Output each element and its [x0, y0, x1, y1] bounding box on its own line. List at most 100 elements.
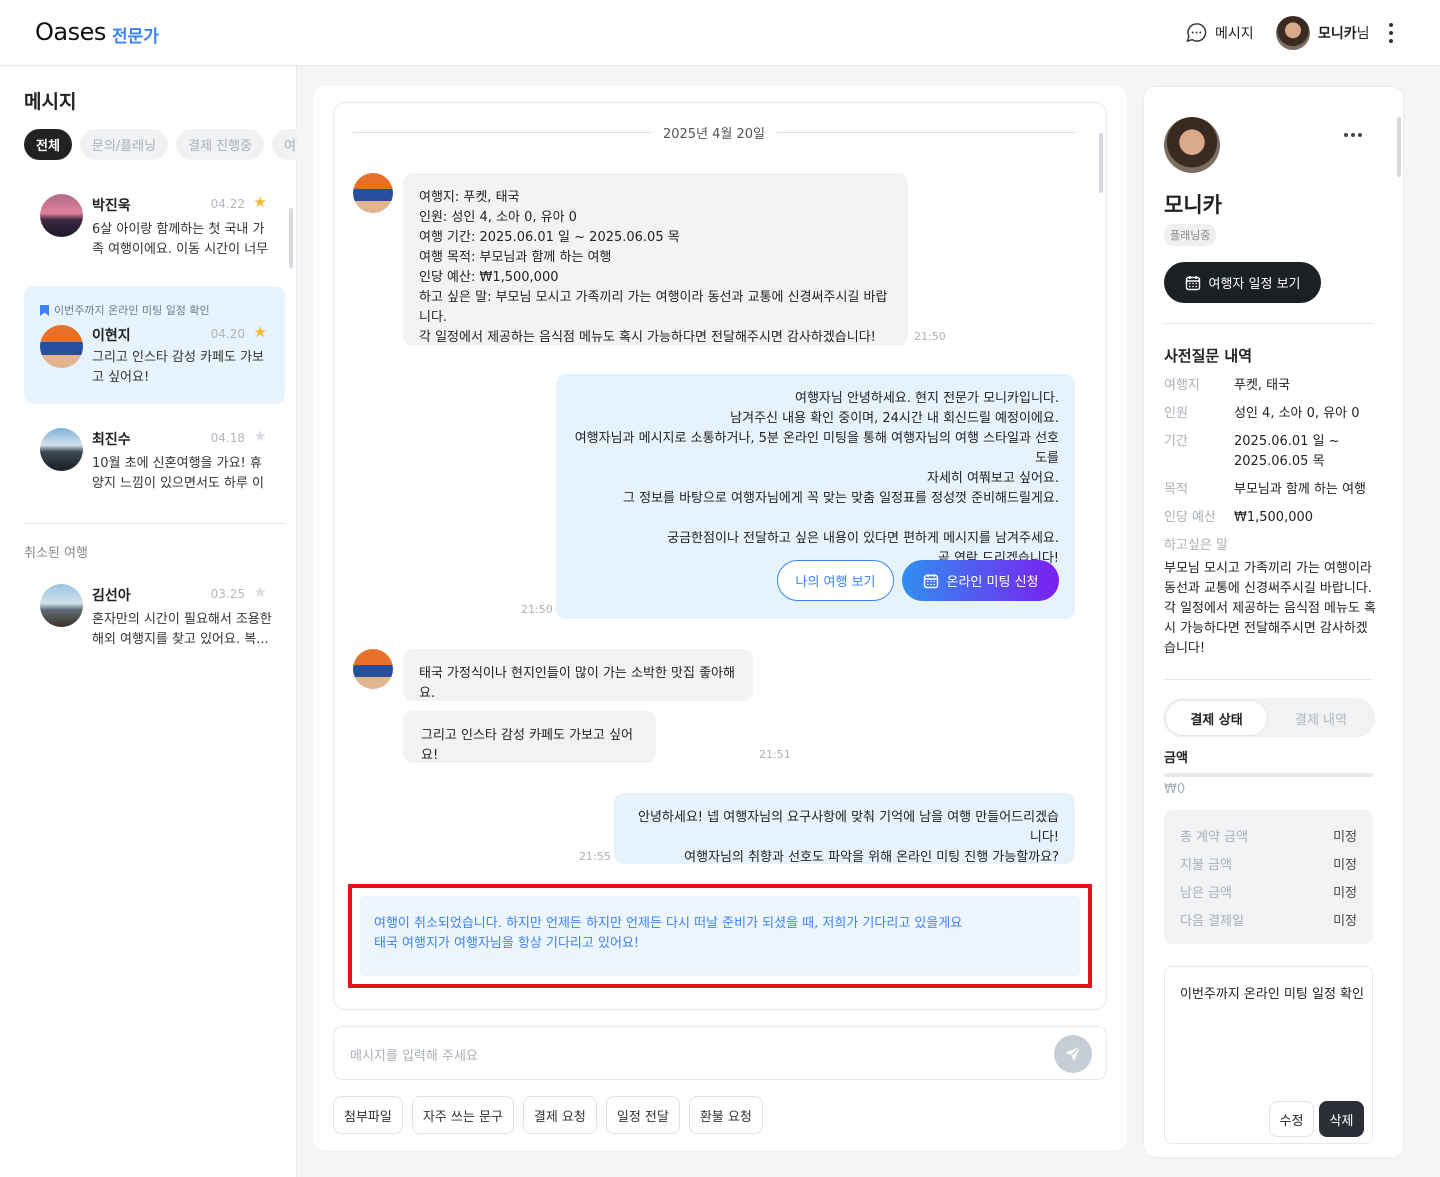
message-line: 여행지: 푸켓, 태국	[419, 190, 520, 205]
tab-payment-history[interactable]: 결제 내역	[1269, 700, 1373, 736]
view-traveler-schedule-button[interactable]: 여행자 일정 보기	[1164, 262, 1321, 303]
header-messages-label: 메시지	[1215, 25, 1254, 42]
message-line: 그 정보를 바탕으로 여행자님에게 꼭 맞는 맞춤 일정표를 정성껏 준비해드릴…	[622, 491, 1059, 506]
user-name: 모니카	[1318, 26, 1357, 42]
online-meeting-button[interactable]: 온라인 미팅 신청	[902, 560, 1059, 601]
avatar	[353, 173, 393, 213]
conversation-date: 04.22	[210, 197, 245, 211]
cancellation-notice: 여행이 취소되었습니다. 하지만 언제든 하지만 언제든 다시 떠날 준비가 되…	[360, 896, 1080, 976]
field-label: 인당 예산	[1164, 510, 1216, 525]
avatar	[40, 584, 83, 627]
calendar-icon	[923, 573, 938, 588]
conversation-sidebar: 메시지 전체 문의/플래닝 결제 진행중 여행중 박진욱 04.22 ★ 6살 …	[0, 66, 297, 1177]
tab-payment-status[interactable]: 결제 상태	[1165, 700, 1268, 736]
field-value: 성인 4, 소아 0, 유아 0	[1234, 406, 1360, 421]
send-itinerary-button[interactable]: 일정 전달	[605, 1096, 680, 1134]
notice-line: 여행이 취소되었습니다. 하지만 언제든 하지만 언제든 다시 떠날 준비가 되…	[374, 916, 963, 931]
refund-request-button[interactable]: 환불 요청	[688, 1096, 763, 1134]
pinned-memo: 이번주까지 온라인 미팅 일정 확인	[40, 302, 210, 318]
more-horizontal-icon[interactable]	[1344, 133, 1362, 137]
payment-row: 남은 금액 미정	[1180, 882, 1357, 901]
view-schedule-label: 여행자 일정 보기	[1208, 277, 1301, 292]
divider	[1164, 323, 1373, 324]
message-bubble-incoming: 여행지: 푸켓, 태국 인원: 성인 4, 소아 0, 유아 0 여행 기간: …	[403, 173, 908, 346]
payment-row: 총 계약 금액 미정	[1180, 826, 1357, 845]
message-line: 여행자님의 취향과 선호도 파악을 위해 온라인 미팅 진행 가능할까요?	[684, 850, 1059, 865]
traveler-note: 부모님 모시고 가족끼리 가는 여행이라 동선과 교통에 신경써주시길 바랍니다…	[1164, 561, 1377, 656]
message-input[interactable]: 메시지를 입력해 주세요	[333, 1026, 1107, 1080]
saved-phrases-button[interactable]: 자주 쓰는 문구	[411, 1096, 514, 1134]
star-icon[interactable]: ★	[254, 583, 267, 601]
logo-subtitle: 전문가	[112, 27, 159, 47]
send-icon	[1065, 1046, 1081, 1061]
conversation-date: 04.18	[210, 431, 245, 445]
sidebar-scrollbar[interactable]	[289, 208, 293, 268]
conversation-date: 04.20	[210, 327, 245, 341]
delete-memo-button[interactable]: 삭제	[1319, 1101, 1364, 1137]
more-vertical-icon[interactable]	[1384, 23, 1398, 43]
sidebar-title: 메시지	[24, 91, 77, 113]
avatar	[40, 325, 83, 368]
message-line: 하고 싶은 말: 부모님 모시고 가족끼리 가는 여행이라 동선과 교통에 신경…	[419, 290, 888, 325]
message-line: 인당 예산: ₩1,500,000	[419, 270, 559, 285]
field-label: 기간	[1164, 434, 1188, 449]
profile-scrollbar[interactable]	[1397, 117, 1401, 177]
filter-chip-payment[interactable]: 결제 진행중	[176, 129, 265, 160]
field-value: ₩1,500,000	[1234, 510, 1314, 525]
filter-chip-inquiry[interactable]: 문의/플래닝	[79, 129, 169, 160]
filter-chip-traveling[interactable]: 여행중	[272, 129, 297, 160]
field-label: 인원	[1164, 406, 1188, 421]
payment-label: 다음 결제일	[1180, 914, 1244, 929]
payment-request-button[interactable]: 결제 요청	[522, 1096, 597, 1134]
conversation-item-cancelled[interactable]: 김선아 03.25 ★ 혼자만의 시간이 필요해서 조용한 해외 여행지를 찾고…	[24, 572, 285, 672]
avatar	[40, 428, 83, 471]
chat-bubble-icon	[1186, 23, 1207, 43]
conversation-item[interactable]: 최진수 04.18 ★ 10월 초에 신혼여행을 가요! 휴양지 느낌이 있으면…	[24, 416, 285, 516]
header-messages-link[interactable]: 메시지	[1186, 22, 1254, 43]
chat-scrollbar[interactable]	[1099, 133, 1103, 193]
field-value: 2025.06.01 일 ~ 2025.06.05 목	[1234, 434, 1340, 469]
field-value: 푸켓, 태국	[1234, 378, 1291, 393]
star-icon[interactable]: ★	[254, 427, 267, 445]
amount-value: ₩0	[1164, 782, 1186, 797]
message-line: 여행자님 안녕하세요. 현지 전문가 모니카입니다.	[795, 391, 1059, 406]
payment-row: 다음 결제일 미정	[1180, 910, 1357, 929]
message-line: 여행 목적: 부모님과 함께 하는 여행	[419, 250, 612, 265]
message-input-placeholder: 메시지를 입력해 주세요	[350, 1049, 478, 1064]
edit-memo-button[interactable]: 수정	[1269, 1101, 1314, 1137]
message-line: 여행자님과 메시지로 소통하거나, 5분 온라인 미팅을 통해 여행자님의 여행…	[574, 431, 1059, 466]
profile-name: 모니카	[1164, 193, 1222, 217]
payment-tabs: 결제 상태 결제 내역	[1163, 698, 1375, 738]
field-value: 부모님과 함께 하는 여행	[1234, 482, 1366, 497]
payment-label: 지불 금액	[1180, 858, 1232, 873]
field-label: 여행지	[1164, 378, 1200, 393]
notice-line: 태국 여행지가 여행자님을 항상 기다리고 있어요!	[374, 936, 640, 951]
avatar	[1164, 117, 1220, 173]
message-line: 태국 가정식이나 현지인들이 많이 가는 소박한 맛집 좋아해요.	[419, 666, 735, 701]
user-menu[interactable]: 모니카님	[1276, 16, 1370, 50]
conversation-preview: 혼자만의 시간이 필요해서 조용한 해외 여행지를 찾고 있어요. 복...	[92, 612, 272, 647]
conversation-name: 이현지	[92, 328, 131, 344]
star-icon[interactable]: ★	[254, 323, 267, 341]
cancellation-notice-highlight: 여행이 취소되었습니다. 하지만 언제든 하지만 언제든 다시 떠날 준비가 되…	[348, 884, 1092, 988]
quick-tools: 첨부파일 자주 쓰는 문구 결제 요청 일정 전달 환불 요청	[333, 1096, 763, 1134]
message-time: 21:55	[579, 850, 611, 863]
conversation-item[interactable]: 박진욱 04.22 ★ 6살 아이랑 함께하는 첫 국내 가족 여행이에요. 이…	[24, 182, 285, 282]
conversation-item-selected[interactable]: 이번주까지 온라인 미팅 일정 확인 이현지 04.20 ★ 그리고 인스타 감…	[24, 286, 285, 404]
date-separator: 2025년 4월 20일	[353, 123, 1075, 142]
message-line: 자세히 여쭤보고 싶어요.	[927, 471, 1059, 486]
amount-progress-bar	[1164, 773, 1373, 777]
message-line: 여행 기간: 2025.06.01 일 ~ 2025.06.05 목	[419, 230, 680, 245]
avatar	[40, 194, 83, 237]
my-trip-button[interactable]: 나의 여행 보기	[777, 560, 894, 601]
payment-row: 지불 금액 미정	[1180, 854, 1357, 873]
filter-chip-all[interactable]: 전체	[24, 129, 72, 160]
divider	[24, 523, 285, 524]
user-suffix: 님	[1356, 26, 1370, 42]
top-header: Oases 전문가 메시지 모니카님	[0, 0, 1440, 66]
attach-file-button[interactable]: 첨부파일	[333, 1096, 403, 1134]
message-line: 궁금한점이나 전달하고 싶은 내용이 있다면 편하게 메시지를 남겨주세요.	[667, 531, 1059, 546]
star-icon[interactable]: ★	[254, 193, 267, 211]
logo[interactable]: Oases	[35, 18, 106, 46]
send-button[interactable]	[1054, 1035, 1092, 1073]
